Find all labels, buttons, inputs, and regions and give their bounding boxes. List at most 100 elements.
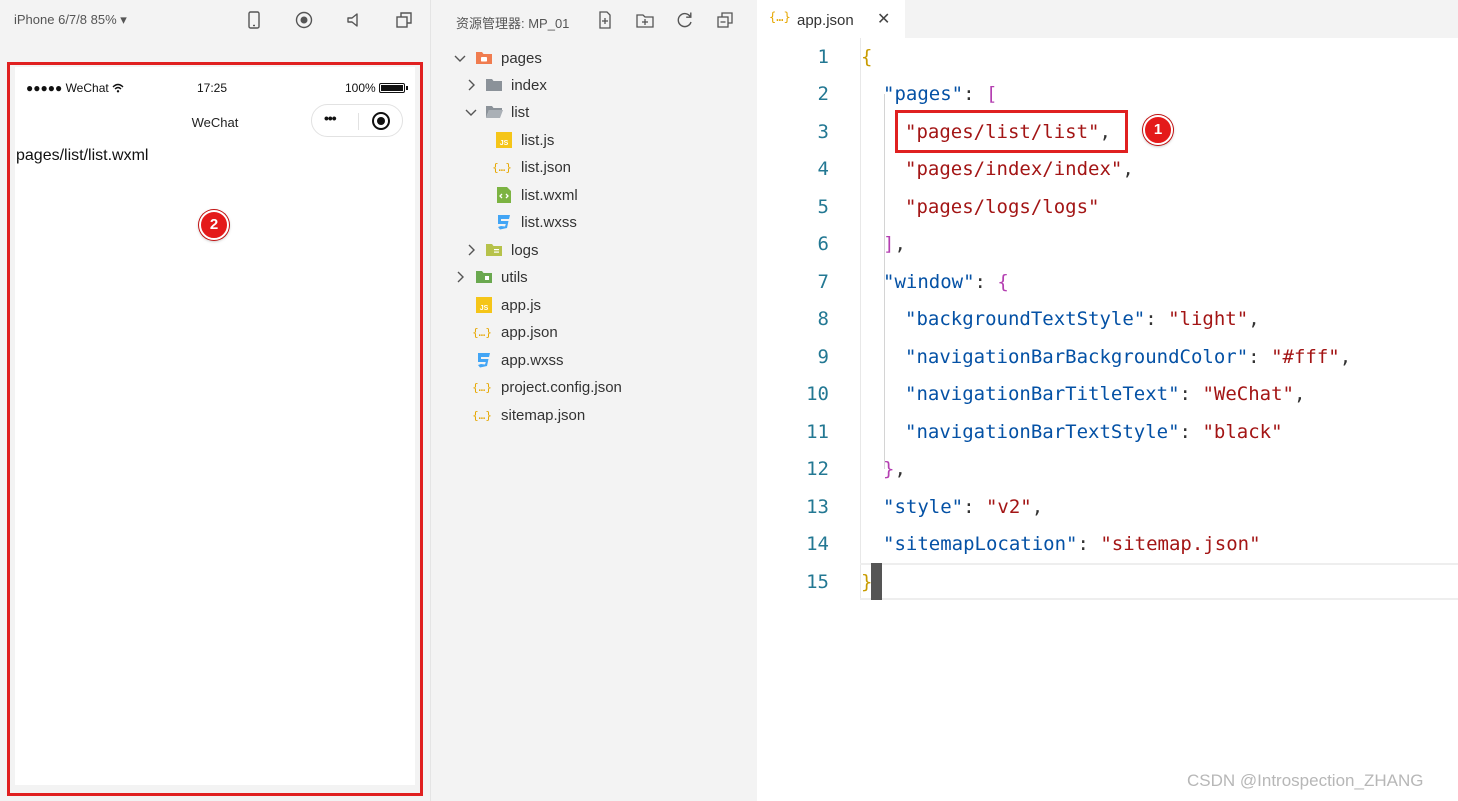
tree-item-index[interactable]: index xyxy=(431,72,758,99)
collapse-icon[interactable] xyxy=(715,10,735,30)
code-token: "pages/index/index" xyxy=(905,158,1123,180)
wxml-file-icon xyxy=(497,187,511,203)
line-number: 5 xyxy=(817,196,829,218)
code-token: "v2" xyxy=(985,496,1032,518)
code-line: 13 "style": "v2", xyxy=(757,488,1458,525)
code-line: 11 "navigationBarTextStyle": "black" xyxy=(757,413,1458,450)
code-token: "sitemap.json" xyxy=(1100,533,1261,555)
chevron-down-icon xyxy=(454,55,466,62)
code-token: "light" xyxy=(1168,308,1249,330)
record-icon[interactable] xyxy=(294,10,314,30)
folder-open-icon xyxy=(476,52,492,64)
tree-item-app-js[interactable]: JS app.js xyxy=(431,292,758,319)
status-battery: 100% xyxy=(345,81,376,95)
close-icon[interactable]: ✕ xyxy=(877,9,890,29)
line-number: 13 xyxy=(806,496,829,518)
tab-app-json[interactable]: {…} app.json ✕ xyxy=(757,0,905,38)
capsule-divider xyxy=(358,113,359,130)
js-file-icon: JS xyxy=(496,132,512,148)
tree-item-label: app.json xyxy=(501,324,558,341)
tree-item-list-js[interactable]: JS list.js xyxy=(431,127,758,154)
code-token: } xyxy=(861,571,873,593)
line-number: 4 xyxy=(817,158,829,180)
svg-text:{…}: {…} xyxy=(493,161,511,174)
svg-text:JS: JS xyxy=(480,305,489,312)
device-select[interactable]: iPhone 6/7/8 85% ▾ xyxy=(14,12,127,28)
line-number: 6 xyxy=(817,233,829,255)
code-token: "backgroundTextStyle" xyxy=(905,308,1146,330)
svg-text:JS: JS xyxy=(500,140,509,147)
js-file-icon: JS xyxy=(476,297,492,313)
tree-item-list-folder[interactable]: list xyxy=(431,99,758,126)
new-folder-icon[interactable] xyxy=(635,10,655,30)
line-number: 10 xyxy=(806,383,829,405)
refresh-icon[interactable] xyxy=(675,10,695,30)
more-icon[interactable]: ••• xyxy=(324,110,337,126)
tree-item-label: utils xyxy=(501,269,528,286)
code-line: 2 "pages": [ xyxy=(757,75,1458,112)
battery-icon xyxy=(379,83,408,93)
code-line: 9 "navigationBarBackgroundColor": "#fff"… xyxy=(757,338,1458,375)
line-number: 8 xyxy=(817,308,829,330)
svg-text:{…}: {…} xyxy=(473,409,491,422)
tree-item-sitemap[interactable]: {…} sitemap.json xyxy=(431,402,758,429)
tree-item-app-wxss[interactable]: app.wxss xyxy=(431,347,758,374)
tree-item-logs[interactable]: logs xyxy=(431,237,758,264)
new-file-icon[interactable] xyxy=(595,10,615,30)
chevron-down-icon xyxy=(465,109,477,116)
folder-icon xyxy=(476,271,492,283)
window-icon[interactable] xyxy=(394,10,414,30)
tree-item-label: project.config.json xyxy=(501,379,622,396)
tree-item-utils[interactable]: utils xyxy=(431,264,758,291)
line-number: 2 xyxy=(817,83,829,105)
line-number: 1 xyxy=(817,46,829,68)
capsule-menu[interactable]: ••• xyxy=(311,104,403,137)
tree-item-label: index xyxy=(511,77,547,94)
code-token: "navigationBarTextStyle" xyxy=(905,421,1180,443)
tree-item-pages[interactable]: pages xyxy=(431,45,758,72)
code-line: 1 { xyxy=(757,38,1458,75)
code-token: "navigationBarBackgroundColor" xyxy=(905,346,1249,368)
tree-item-list-wxss[interactable]: list.wxss xyxy=(431,209,758,236)
line-number: 3 xyxy=(817,121,829,143)
code-line: 8 "backgroundTextStyle": "light", xyxy=(757,300,1458,337)
tree-item-list-json[interactable]: {…} list.json xyxy=(431,154,758,181)
code-token: { xyxy=(861,46,873,68)
simulator-panel: iPhone 6/7/8 85% ▾ ●●●●● WeChat 17:25 10… xyxy=(0,0,430,801)
line-number: 12 xyxy=(806,458,829,480)
code-token: "navigationBarTitleText" xyxy=(905,383,1180,405)
chevron-right-icon xyxy=(457,271,464,283)
status-carrier: ●●●●● WeChat xyxy=(26,81,124,95)
code-token: "black" xyxy=(1202,421,1283,443)
tree-item-app-json[interactable]: {…} app.json xyxy=(431,319,758,346)
tree-item-project-config[interactable]: {…} project.config.json xyxy=(431,374,758,401)
tree-item-label: list.json xyxy=(521,159,572,176)
tree-item-list-wxml[interactable]: list.wxml xyxy=(431,182,758,209)
tab-bar: {…} app.json ✕ xyxy=(757,0,1458,38)
volume-icon[interactable] xyxy=(344,10,364,30)
line-number: 11 xyxy=(806,421,829,443)
code-token: "sitemapLocation" xyxy=(883,533,1078,555)
phone-icon[interactable] xyxy=(244,10,264,30)
tree-item-label: app.wxss xyxy=(501,352,564,369)
watermark: CSDN @Introspection_ZHANG xyxy=(1187,771,1424,790)
line-number: 9 xyxy=(817,346,829,368)
code-token: "pages" xyxy=(883,83,964,105)
folder-icon xyxy=(486,244,502,256)
svg-text:{…}: {…} xyxy=(473,381,491,394)
close-miniprogram-icon[interactable] xyxy=(372,112,390,130)
line-number: 15 xyxy=(806,571,829,593)
code-token: "pages/logs/logs" xyxy=(905,196,1100,218)
tab-label: app.json xyxy=(797,12,854,29)
folder-icon xyxy=(486,79,502,91)
wxss-file-icon xyxy=(498,215,510,230)
json-file-icon: {…} xyxy=(769,10,791,24)
folder-open-icon xyxy=(486,106,503,118)
line-number: 14 xyxy=(806,533,829,555)
tree-item-label: sitemap.json xyxy=(501,407,586,424)
json-file-icon: {…} xyxy=(473,381,491,394)
page-content-text: pages/list/list.wxml xyxy=(16,147,149,164)
json-file-icon: {…} xyxy=(473,326,491,339)
code-token: "style" xyxy=(883,496,964,518)
code-line: 6 ], xyxy=(757,225,1458,262)
